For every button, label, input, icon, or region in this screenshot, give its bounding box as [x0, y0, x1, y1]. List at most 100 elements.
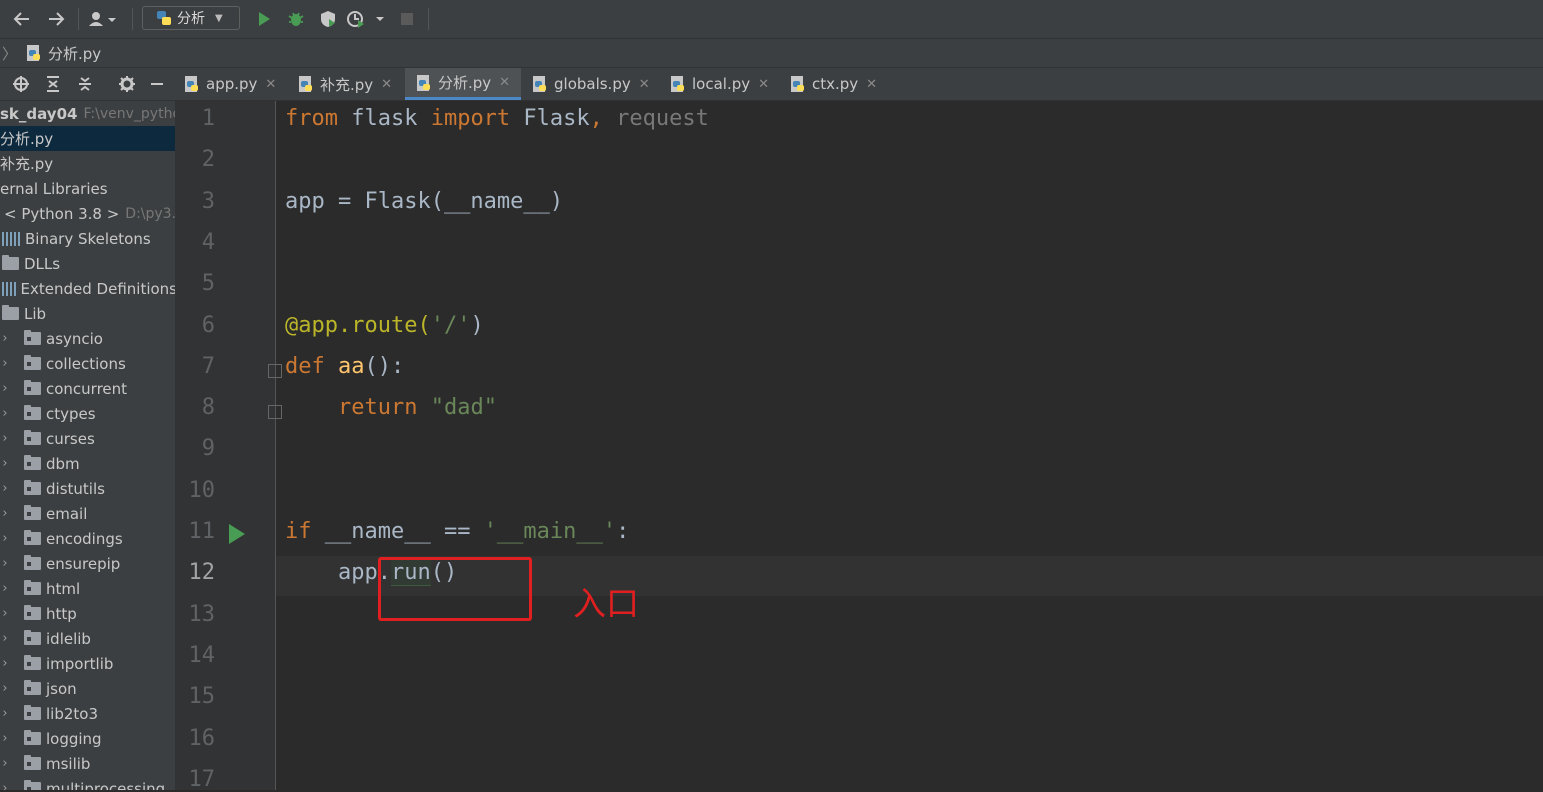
fold-marker-icon[interactable]	[268, 405, 282, 419]
punctuation: :	[616, 519, 630, 544]
project-root-name: sk_day04	[0, 104, 78, 123]
chevron-right-icon[interactable]: ›	[0, 556, 10, 571]
chevron-right-icon[interactable]: ›	[0, 681, 10, 696]
chevron-right-icon[interactable]: ›	[0, 781, 10, 790]
tree-item[interactable]: › idlelib	[0, 626, 175, 651]
tree-item-label: curses	[46, 429, 95, 448]
tree-item[interactable]: DLLs	[0, 251, 175, 276]
tree-item[interactable]: 分析.py	[0, 126, 175, 151]
stop-icon[interactable]	[396, 8, 418, 30]
settings-gear-icon[interactable]	[116, 73, 138, 95]
tree-item[interactable]: › html	[0, 576, 175, 601]
chevron-right-icon[interactable]: ›	[0, 631, 10, 646]
toolbar-separator	[132, 8, 133, 30]
chevron-right-icon[interactable]: ›	[0, 506, 10, 521]
run-icon[interactable]	[252, 8, 276, 30]
punctuation: )	[470, 313, 484, 338]
package-folder-icon	[24, 605, 41, 620]
chevron-right-icon[interactable]: ›	[0, 531, 10, 546]
run-configuration-selector[interactable]: 分析 ▼	[142, 6, 240, 30]
package-folder-icon	[24, 380, 41, 395]
tab-globals-py[interactable]: globals.py ✕	[531, 68, 655, 100]
tree-item[interactable]: › asyncio	[0, 326, 175, 351]
tree-item[interactable]: › lib2to3	[0, 701, 175, 726]
tree-item[interactable]: › curses	[0, 426, 175, 451]
function-name: aa	[324, 354, 365, 379]
chevron-right-icon[interactable]: ›	[0, 356, 10, 371]
tree-item[interactable]: › concurrent	[0, 376, 175, 401]
tree-item[interactable]: › collections	[0, 351, 175, 376]
forward-arrow-icon[interactable]	[44, 8, 68, 30]
tab-ctx-py[interactable]: ctx.py ✕	[789, 68, 885, 100]
chevron-right-icon[interactable]: ›	[0, 581, 10, 596]
tree-item[interactable]: › ensurepip	[0, 551, 175, 576]
line-number: 3	[201, 188, 215, 214]
chevron-right-icon[interactable]: ›	[0, 731, 10, 746]
package-folder-icon	[24, 430, 41, 445]
package-folder-icon	[24, 580, 41, 595]
tab-fenxi-py[interactable]: 分析.py ✕	[405, 68, 521, 100]
tree-item-label: json	[46, 679, 77, 698]
string-literal: '/'	[430, 313, 471, 338]
breadcrumb-file[interactable]: 分析.py	[48, 43, 101, 64]
close-icon[interactable]: ✕	[758, 77, 769, 92]
tree-item[interactable]: › ctypes	[0, 401, 175, 426]
chevron-right-icon[interactable]: ›	[0, 456, 10, 471]
coverage-shield-icon[interactable]	[316, 8, 340, 30]
run-gutter-icon[interactable]	[229, 524, 245, 544]
line-number: 8	[201, 395, 215, 421]
tree-item[interactable]: › importlib	[0, 651, 175, 676]
tree-item[interactable]: Binary Skeletons	[0, 226, 175, 251]
chevron-right-icon[interactable]: ›	[0, 481, 10, 496]
tree-item[interactable]: › distutils	[0, 476, 175, 501]
tree-item[interactable]: < Python 3.8 > D:\py3.8	[0, 201, 175, 226]
tree-item[interactable]: 补充.py	[0, 151, 175, 176]
user-dropdown-icon[interactable]	[86, 8, 122, 30]
fold-marker-icon[interactable]	[268, 364, 282, 378]
expand-all-icon[interactable]	[42, 73, 64, 95]
profile-dropdown-icon[interactable]	[346, 8, 386, 30]
close-icon[interactable]: ✕	[866, 77, 877, 92]
line-number: 11	[188, 519, 216, 544]
back-arrow-icon[interactable]	[10, 8, 34, 30]
tree-item[interactable]: Extended Definitions	[0, 276, 175, 301]
project-root[interactable]: sk_day04 F:\venv_pytho	[0, 101, 175, 126]
tree-item[interactable]: › http	[0, 601, 175, 626]
python-icon	[157, 11, 171, 25]
close-icon[interactable]: ✕	[265, 77, 276, 92]
close-icon[interactable]: ✕	[381, 77, 392, 92]
chevron-right-icon[interactable]: ›	[0, 606, 10, 621]
hide-minus-icon[interactable]	[146, 73, 168, 95]
tab-app-py[interactable]: app.py ✕	[183, 68, 291, 100]
python-file-icon	[417, 74, 430, 91]
tree-item[interactable]: › encodings	[0, 526, 175, 551]
tree-item[interactable]: Lib	[0, 301, 175, 326]
chevron-right-icon[interactable]: ›	[0, 381, 10, 396]
tree-item[interactable]: › dbm	[0, 451, 175, 476]
tree-item[interactable]: › multiprocessing	[0, 776, 175, 790]
chevron-right-icon[interactable]: ›	[0, 406, 10, 421]
debug-bug-icon[interactable]	[284, 8, 308, 30]
string-literal: '__main__'	[483, 519, 617, 544]
tree-item[interactable]: › logging	[0, 726, 175, 751]
tab-local-py[interactable]: local.py ✕	[669, 68, 775, 100]
tree-item[interactable]: › json	[0, 676, 175, 701]
chevron-right-icon[interactable]: ›	[0, 756, 10, 771]
tree-item-label: importlib	[46, 654, 114, 673]
tab-buchong-py[interactable]: 补充.py ✕	[297, 68, 401, 100]
tree-item[interactable]: ernal Libraries	[0, 176, 175, 201]
chevron-right-icon[interactable]: ›	[0, 331, 10, 346]
chevron-right-icon[interactable]: ›	[0, 706, 10, 721]
tree-item[interactable]: › email	[0, 501, 175, 526]
chevron-right-icon[interactable]: ›	[0, 656, 10, 671]
collapse-all-icon[interactable]	[74, 73, 96, 95]
locate-crosshair-icon[interactable]	[10, 73, 32, 95]
chevron-right-icon[interactable]: ›	[0, 431, 10, 446]
tree-item[interactable]: › msilib	[0, 751, 175, 776]
python-file-icon	[533, 76, 546, 92]
code-line-8: return "dad"	[285, 395, 497, 420]
keyword: import	[430, 106, 511, 131]
close-icon[interactable]: ✕	[639, 77, 650, 92]
close-icon[interactable]: ✕	[499, 75, 510, 90]
